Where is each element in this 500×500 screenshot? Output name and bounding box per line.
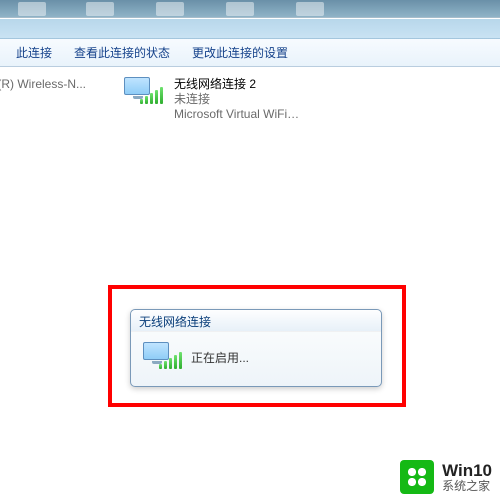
adapter-device: Microsoft Virtual WiFi Minipor... xyxy=(174,107,300,122)
adapter-status: 未连接 xyxy=(174,92,300,107)
adapter-item[interactable]: 无线网络连接 2 未连接 Microsoft Virtual WiFi Mini… xyxy=(122,73,304,126)
watermark-line2: 系统之家 xyxy=(442,479,492,493)
dialog-title: 无线网络连接 xyxy=(131,310,381,332)
wifi-icon xyxy=(143,342,179,372)
adapter-name: 无线网络连接 2 xyxy=(174,77,300,92)
adapter-device: no(R) Wireless-N... xyxy=(0,77,86,92)
toolbar-btn-this-connection[interactable]: 此连接 xyxy=(6,40,62,65)
window-glass-bar xyxy=(0,19,500,39)
desktop-background-strip xyxy=(0,0,500,18)
command-toolbar: 此连接 查看此连接的状态 更改此连接的设置 xyxy=(0,39,500,67)
watermark-logo-icon xyxy=(400,460,434,494)
watermark: Win10 系统之家 xyxy=(400,460,492,494)
network-connections-window: 此连接 查看此连接的状态 更改此连接的设置 no(R) Wireless-N..… xyxy=(0,18,500,458)
toolbar-btn-view-status[interactable]: 查看此连接的状态 xyxy=(64,40,180,65)
adapter-list-area[interactable]: no(R) Wireless-N... 无线网络连接 2 未连接 Microso… xyxy=(0,67,500,458)
adapter-icon xyxy=(124,77,168,117)
enabling-dialog: 无线网络连接 正在启用... xyxy=(130,309,382,387)
adapter-item[interactable]: no(R) Wireless-N... xyxy=(0,73,114,126)
dialog-message: 正在启用... xyxy=(191,349,249,366)
toolbar-btn-change-settings[interactable]: 更改此连接的设置 xyxy=(182,40,298,65)
watermark-line1: Win10 xyxy=(442,462,492,479)
